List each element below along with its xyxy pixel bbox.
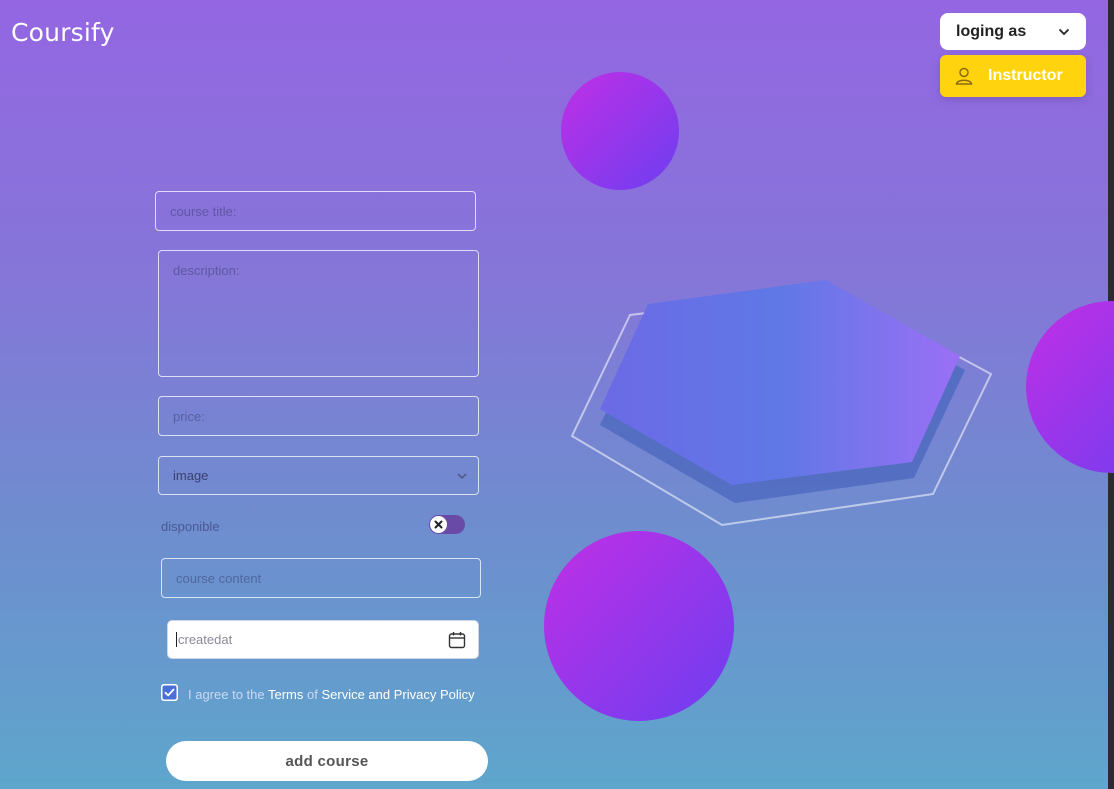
agree-prefix: I agree to the	[188, 687, 268, 702]
orb-top	[561, 72, 679, 190]
check-icon	[162, 685, 177, 700]
terms-link[interactable]: Terms	[268, 687, 303, 702]
instructor-label: Instructor	[988, 67, 1063, 84]
user-icon	[955, 67, 973, 85]
brand-logo[interactable]: Coursify	[11, 18, 115, 47]
agree-text: I agree to the Terms of Service and Priv…	[188, 687, 475, 702]
course-title-input[interactable]	[155, 191, 476, 231]
chevron-down-icon	[1059, 29, 1069, 36]
privacy-policy-link[interactable]: Service and Privacy Policy	[321, 687, 474, 702]
calendar-icon[interactable]	[448, 631, 466, 649]
createdat-placeholder: createdat	[178, 632, 233, 647]
toggle-knob	[430, 516, 447, 533]
chevron-down-icon	[457, 473, 467, 479]
text-caret	[176, 632, 177, 647]
disponible-label: disponible	[161, 519, 220, 534]
agree-of: of	[303, 687, 322, 702]
orb-bottom	[544, 531, 734, 721]
description-textarea[interactable]	[158, 250, 479, 377]
instructor-button[interactable]: Instructor	[940, 55, 1086, 97]
background-decoration	[544, 72, 1114, 721]
image-select[interactable]: image	[158, 456, 479, 495]
add-course-button[interactable]: add course	[166, 741, 488, 781]
agree-checkbox[interactable]	[161, 684, 178, 701]
login-as-label: loging as	[956, 22, 1027, 40]
image-select-value: image	[173, 468, 209, 483]
disponible-toggle[interactable]	[429, 515, 465, 534]
price-input[interactable]	[158, 396, 479, 436]
orb-right	[1026, 301, 1114, 473]
login-as-select[interactable]: loging as	[940, 13, 1086, 50]
close-icon	[434, 520, 443, 529]
course-content-input[interactable]	[161, 558, 481, 598]
createdat-date-input[interactable]: createdat	[167, 620, 479, 659]
